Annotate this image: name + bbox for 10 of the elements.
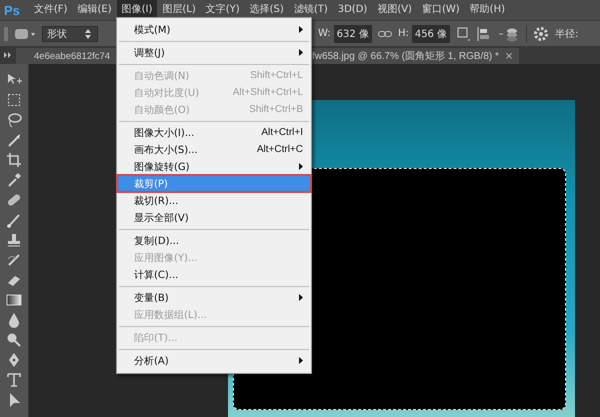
app-logo: Ps	[3, 2, 21, 18]
shortcut-text: Shift+Ctrl+B	[249, 104, 303, 115]
radius-label: 半径:	[555, 28, 578, 40]
width-label: W:	[318, 28, 331, 39]
shortcut-text: Alt+Ctrl+C	[256, 144, 303, 155]
shortcut-text: Alt+Shift+Ctrl+L	[232, 87, 303, 98]
tab-title: fw658.jpg @ 66.7% (圆角矩形 1, RGB/8) *	[312, 50, 499, 63]
shortcut-text: Alt+Ctrl+I	[261, 127, 303, 138]
height-label: H:	[398, 28, 409, 39]
shortcut-text: Shift+Ctrl+L	[250, 70, 303, 81]
